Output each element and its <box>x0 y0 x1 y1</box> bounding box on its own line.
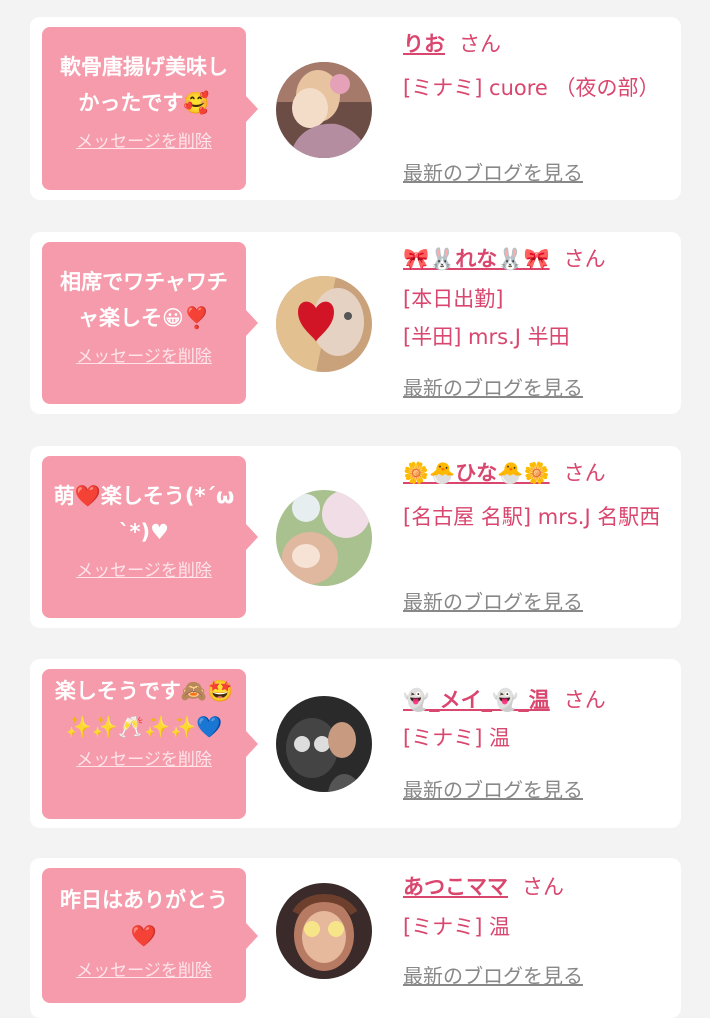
sender-name-link[interactable]: 🌼🐣ひな🐣🌼 <box>403 461 550 485</box>
sender-info: りお さん [ミナミ] cuore （夜の部） <box>403 29 673 107</box>
blog-link[interactable]: 最新のブログを見る <box>403 586 583 615</box>
avatar[interactable] <box>276 276 372 372</box>
sender-info: あつこママ さん [ミナミ] 温 <box>403 872 673 946</box>
sender-info: 🎀🐰れな🐰🎀 さん [本日出勤] [半田] mrs.J 半田 <box>403 244 673 356</box>
sender-name-link[interactable]: 👻_メイ_👻_温 <box>403 688 550 712</box>
message-bubble: 相席でワチャワチャ楽しそ😀❣️ メッセージを削除 <box>42 242 258 404</box>
delete-message-link[interactable]: メッセージを削除 <box>76 342 212 367</box>
shop-label: [名古屋 名駅] mrs.J 名駅西 <box>403 505 661 529</box>
blog-link[interactable]: 最新のブログを見る <box>403 774 583 803</box>
message-text: 軟骨唐揚げ美味しかったです🥰 <box>60 55 228 115</box>
shop-label: [ミナミ] cuore （夜の部） <box>403 76 660 100</box>
honorific: さん <box>563 688 606 712</box>
message-text: 相席でワチャワチャ楽しそ😀❣️ <box>60 270 228 330</box>
honorific: さん <box>563 247 606 271</box>
message-card: 昨日はありがとう❤️ メッセージを削除 あつこママ さん [ミナミ] 温 最新のブ… <box>30 858 681 1018</box>
honorific: さん <box>563 461 606 485</box>
message-text: 萌❤️楽しそう(*´ω`*)♥ <box>53 484 235 544</box>
message-bubble: 萌❤️楽しそう(*´ω`*)♥ メッセージを削除 <box>42 456 258 618</box>
shop-label: [半田] mrs.J 半田 <box>403 325 570 349</box>
shop-label: [ミナミ] 温 <box>403 726 511 750</box>
avatar[interactable] <box>276 490 372 586</box>
message-card: 楽しそうです🙈🤩✨✨🥂✨✨💙 メッセージを削除 👻_メイ_👻_温 さん [ミナミ]… <box>30 659 681 828</box>
message-card: 相席でワチャワチャ楽しそ😀❣️ メッセージを削除 🎀🐰れな🐰🎀 さん [本日出勤]… <box>30 232 681 414</box>
honorific: さん <box>459 32 501 56</box>
blog-link[interactable]: 最新のブログを見る <box>403 960 583 989</box>
shop-label: [本日出勤] <box>403 287 504 311</box>
sender-name-link[interactable]: りお <box>403 32 445 56</box>
avatar[interactable] <box>276 883 372 979</box>
honorific: さん <box>522 875 564 899</box>
message-bubble: 軟骨唐揚げ美味しかったです🥰 メッセージを削除 <box>42 27 258 190</box>
delete-message-link[interactable]: メッセージを削除 <box>76 956 212 981</box>
sender-info: 🌼🐣ひな🐣🌼 さん [名古屋 名駅] mrs.J 名駅西 <box>403 458 673 536</box>
message-bubble: 楽しそうです🙈🤩✨✨🥂✨✨💙 メッセージを削除 <box>42 669 258 819</box>
sender-name-link[interactable]: あつこママ <box>403 875 508 899</box>
delete-message-link[interactable]: メッセージを削除 <box>76 745 212 770</box>
delete-message-link[interactable]: メッセージを削除 <box>76 127 212 152</box>
sender-info: 👻_メイ_👻_温 さん [ミナミ] 温 <box>403 685 673 757</box>
message-bubble: 昨日はありがとう❤️ メッセージを削除 <box>42 868 258 1003</box>
message-card: 萌❤️楽しそう(*´ω`*)♥ メッセージを削除 🌼🐣ひな🐣🌼 さん [名古屋 名… <box>30 446 681 628</box>
blog-link[interactable]: 最新のブログを見る <box>403 157 583 186</box>
message-text: 昨日はありがとう❤️ <box>60 888 228 948</box>
avatar[interactable] <box>276 696 372 792</box>
avatar[interactable] <box>276 62 372 158</box>
shop-label: [ミナミ] 温 <box>403 915 511 939</box>
message-card: 軟骨唐揚げ美味しかったです🥰 メッセージを削除 りお さん [ミナミ] cuore… <box>30 17 681 200</box>
message-text: 楽しそうです🙈🤩✨✨🥂✨✨💙 <box>54 679 234 739</box>
sender-name-link[interactable]: 🎀🐰れな🐰🎀 <box>403 247 550 271</box>
blog-link[interactable]: 最新のブログを見る <box>403 372 583 401</box>
delete-message-link[interactable]: メッセージを削除 <box>76 556 212 581</box>
